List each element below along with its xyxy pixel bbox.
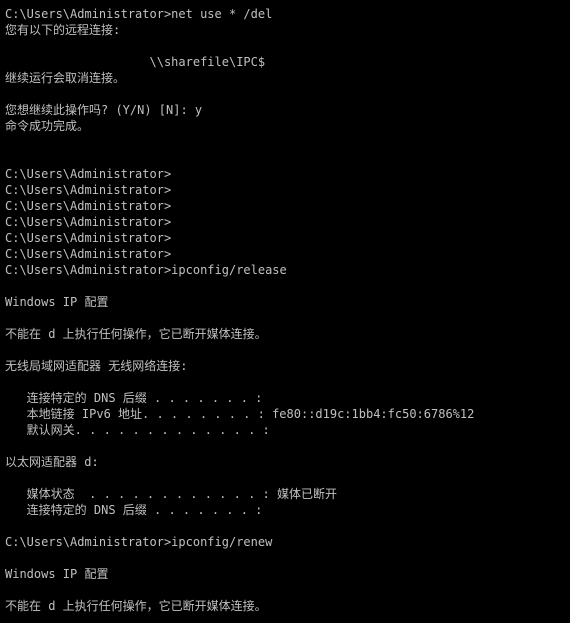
- console-line: Windows IP 配置: [5, 295, 109, 309]
- console-line: 连接特定的 DNS 后缀 . . . . . . . :: [5, 503, 263, 517]
- console-line: 媒体状态 . . . . . . . . . . . . : 媒体已断开: [5, 487, 337, 501]
- console-line: 以太网适配器 d:: [5, 455, 99, 469]
- console-line: 命令成功完成。: [5, 119, 90, 133]
- console-line: C:\Users\Administrator>: [5, 183, 172, 197]
- console-line: C:\Users\Administrator>ipconfig/release: [5, 263, 287, 277]
- console-line: C:\Users\Administrator>: [5, 167, 172, 181]
- console-line: \\sharefile\IPC$: [5, 55, 266, 69]
- console-line: 不能在 d 上执行任何操作，它已断开媒体连接。: [5, 599, 267, 613]
- console-line: C:\Users\Administrator>: [5, 199, 172, 213]
- console-line: C:\Users\Administrator>: [5, 231, 172, 245]
- console-line: 无线局域网适配器 无线网络连接:: [5, 359, 188, 373]
- console-line: C:\Users\Administrator>ipconfig/renew: [5, 535, 273, 549]
- console-line: 您想继续此操作吗? (Y/N) [N]: y: [5, 103, 203, 117]
- console-line: 您有以下的远程连接:: [5, 23, 121, 37]
- console-output[interactable]: C:\Users\Administrator>net use * /del 您有以…: [0, 0, 570, 623]
- console-line: C:\Users\Administrator>: [5, 247, 172, 261]
- console-line: C:\Users\Administrator>net use * /del: [5, 7, 273, 21]
- console-line: 不能在 d 上执行任何操作，它已断开媒体连接。: [5, 327, 267, 341]
- console-line: 继续运行会取消连接。: [5, 71, 126, 85]
- console-line: Windows IP 配置: [5, 567, 109, 581]
- console-line: 默认网关. . . . . . . . . . . . . :: [5, 423, 270, 437]
- console-line: C:\Users\Administrator>: [5, 215, 172, 229]
- console-line: 本地链接 IPv6 地址. . . . . . . . : fe80::d19c…: [5, 407, 475, 421]
- console-line: 连接特定的 DNS 后缀 . . . . . . . :: [5, 391, 263, 405]
